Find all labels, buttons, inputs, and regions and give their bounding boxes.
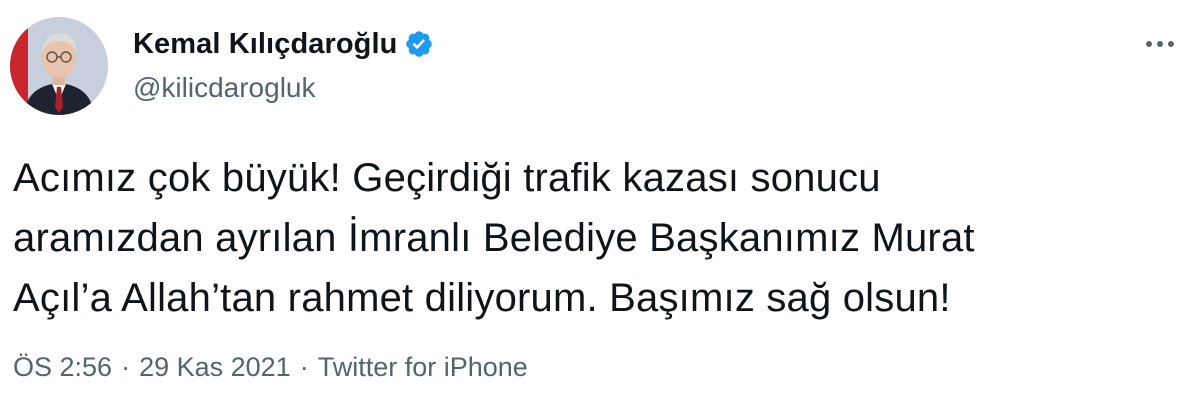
tweet-time[interactable]: ÖS 2:56 bbox=[13, 352, 112, 383]
avatar[interactable] bbox=[10, 17, 108, 115]
more-horizontal-icon bbox=[1145, 35, 1175, 53]
more-options-button[interactable] bbox=[1140, 30, 1180, 58]
tweet-source-label: Twitter for iPhone bbox=[317, 352, 528, 382]
meta-separator: · bbox=[121, 352, 131, 382]
tweet-meta: ÖS 2:56 · 29 Kas 2021 · Twitter for iPho… bbox=[13, 352, 528, 383]
tweet-date-label: 29 Kas 2021 bbox=[139, 352, 291, 382]
author-handle[interactable]: @kilicdarogluk bbox=[133, 72, 316, 104]
tweet-text: Acımız çok büyük! Geçirdiği trafik kazas… bbox=[13, 156, 975, 320]
meta-separator: · bbox=[299, 352, 309, 382]
verified-badge-icon bbox=[404, 29, 434, 59]
author-display-name[interactable]: Kemal Kılıçdaroğlu bbox=[133, 28, 397, 61]
tweet-card: Kemal Kılıçdaroğlu @kilicdarogluk Acımız… bbox=[0, 0, 1200, 418]
tweet-date[interactable]: 29 Kas 2021 bbox=[139, 352, 291, 383]
author-name-row: Kemal Kılıçdaroğlu bbox=[133, 26, 434, 62]
tweet-time-label: ÖS 2:56 bbox=[13, 352, 113, 382]
tweet-source-link[interactable]: Twitter for iPhone bbox=[318, 352, 528, 383]
